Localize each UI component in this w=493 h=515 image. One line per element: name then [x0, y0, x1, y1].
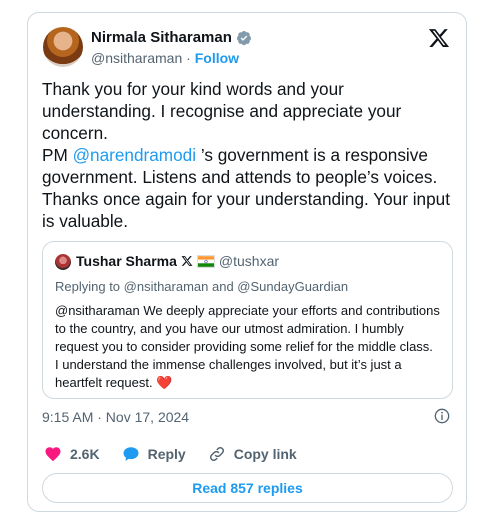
- quoted-tweet[interactable]: Tushar Sharma @tushxar Replying to @nsit…: [42, 241, 453, 399]
- india-flag-icon: [196, 254, 215, 268]
- author-name[interactable]: Nirmala Sitharaman: [91, 29, 232, 46]
- mention-link[interactable]: @narendramodi: [73, 145, 197, 165]
- author-name-row: Nirmala Sitharaman: [91, 29, 252, 46]
- reply-label: Reply: [147, 446, 186, 462]
- text-prefix: PM: [42, 145, 73, 165]
- timestamp[interactable]: 9:15 AM · Nov 17, 2024: [42, 409, 189, 425]
- tweet-paragraph-1: Thank you for your kind words and your u…: [42, 79, 402, 143]
- reply-bubble-icon: [123, 447, 139, 461]
- tweet-paragraph-2: PM @narendramodi ’s government is a resp…: [42, 144, 462, 232]
- tweet-card: Nirmala Sitharaman @nsitharaman · Follow…: [27, 12, 467, 512]
- quote-text: @nsitharaman We deeply appreciate your e…: [55, 302, 440, 392]
- info-icon[interactable]: [434, 408, 450, 424]
- copy-link-label: Copy link: [233, 446, 297, 462]
- quote-author-handle: @tushxar: [218, 253, 280, 269]
- verified-badge-icon: [236, 30, 251, 45]
- author-avatar[interactable]: [43, 27, 83, 67]
- heart-icon: [45, 447, 61, 462]
- follow-button[interactable]: Follow: [195, 50, 239, 66]
- like-button[interactable]: 2.6K: [44, 445, 100, 463]
- author-handle[interactable]: @nsitharaman: [91, 50, 182, 66]
- quote-author-avatar: [55, 254, 71, 270]
- quote-body: @nsitharaman We deeply appreciate your e…: [55, 303, 440, 390]
- action-bar: 2.6K Reply Copy link: [44, 445, 319, 463]
- author-handle-row: @nsitharaman · Follow: [91, 50, 239, 66]
- tweet-text: Thank you for your kind words and your u…: [42, 78, 462, 232]
- replying-to: Replying to @nsitharaman and @SundayGuar…: [55, 279, 349, 294]
- separator: ·: [182, 50, 195, 66]
- link-icon: [209, 446, 224, 462]
- x-logo-icon[interactable]: [428, 27, 450, 49]
- heart-emoji-icon: ❤️: [156, 375, 173, 390]
- quote-author-name: Tushar Sharma: [76, 253, 177, 269]
- like-count: 2.6K: [70, 446, 100, 462]
- reply-button[interactable]: Reply: [122, 445, 186, 463]
- copy-link-button[interactable]: Copy link: [208, 445, 297, 463]
- x-logo-icon: [181, 256, 193, 266]
- read-replies-button[interactable]: Read 857 replies: [42, 473, 453, 503]
- quote-author-row: Tushar Sharma @tushxar: [76, 253, 279, 269]
